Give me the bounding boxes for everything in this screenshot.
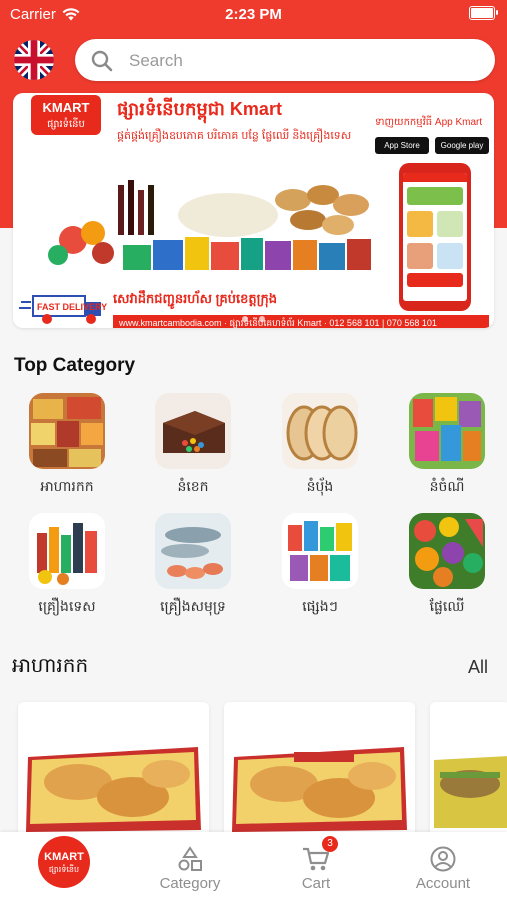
- tab-cart-label: Cart: [301, 875, 331, 892]
- pagination-dot: [258, 316, 265, 322]
- see-all-link[interactable]: All: [468, 657, 488, 678]
- category-bread[interactable]: នំប៉័ង: [265, 393, 375, 503]
- category-cake[interactable]: នំខេក: [138, 393, 248, 503]
- category-label: អាហារកក: [40, 478, 94, 494]
- product-card[interactable]: [224, 702, 415, 837]
- product-card[interactable]: [430, 702, 507, 837]
- banner-title: ផ្សារទំនើបកម្ពុជា Kmart: [117, 99, 282, 119]
- category-label: ផ្សេងៗ: [302, 598, 338, 614]
- category-label: នំប៉័ង: [306, 478, 334, 494]
- category-snacks[interactable]: នំចំណី: [392, 393, 502, 503]
- category-image: [29, 513, 105, 589]
- pagination-dot: [242, 316, 249, 322]
- category-image: [409, 513, 485, 589]
- frozen-food-section-title: អាហារកក: [12, 655, 89, 677]
- category-image: [155, 513, 231, 589]
- search-input[interactable]: [127, 49, 471, 73]
- category-frozen-food[interactable]: អាហារកក: [12, 393, 122, 503]
- category-image: [155, 393, 231, 469]
- category-label: ផ្លែឈើ: [429, 598, 465, 614]
- product-image: [224, 702, 415, 837]
- category-others[interactable]: ផ្សេងៗ: [265, 513, 375, 623]
- bottom-tab-bar: KMART ផ្សារទំនើប Category Cart Account: [0, 832, 507, 900]
- category-seafood[interactable]: គ្រឿងសមុទ្រ: [138, 513, 248, 623]
- category-fruits[interactable]: ផ្លែឈើ: [392, 513, 502, 623]
- phone-mockup-image: [399, 163, 471, 311]
- product-card[interactable]: [18, 702, 209, 837]
- category-spices[interactable]: គ្រឿងទេស: [12, 513, 122, 623]
- clock: 2:23 PM: [225, 6, 282, 23]
- tab-category-label: Category: [159, 875, 221, 892]
- home-logo-icon: KMART ផ្សារទំនើប: [38, 836, 90, 888]
- category-shapes-icon: [178, 846, 202, 871]
- top-category-title: Top Category: [14, 355, 136, 376]
- account-icon: [430, 846, 456, 872]
- banner-pagination: [0, 309, 507, 327]
- tab-home[interactable]: KMART ផ្សារទំនើប: [0, 832, 126, 900]
- groceries-image: [48, 180, 371, 270]
- banner-logo-text: KMART: [42, 100, 90, 115]
- tab-category[interactable]: Category: [127, 832, 253, 900]
- tab-account[interactable]: Account: [380, 832, 506, 900]
- tab-account-label: Account: [415, 875, 471, 892]
- battery-icon: [469, 6, 498, 20]
- language-flag-uk-icon[interactable]: [14, 40, 54, 80]
- category-label: គ្រឿងសមុទ្រ: [160, 598, 226, 614]
- category-image: [282, 513, 358, 589]
- category-image: [282, 393, 358, 469]
- banner-promo-text: សេវាដឹកជញ្ជូនរហ័ស គ្រប់ខេត្តក្រុង: [113, 291, 278, 306]
- category-image: [29, 393, 105, 469]
- home-logo-subtext: ផ្សារទំនើប: [48, 865, 80, 874]
- promo-banner[interactable]: KMART ផ្សារទំនើប ផ្សារទំនើបកម្ពុជា Kmart…: [13, 93, 494, 328]
- category-label: គ្រឿងទេស: [38, 598, 96, 614]
- category-label: នំខេក: [177, 478, 209, 494]
- product-image: [430, 702, 507, 837]
- home-logo-text: KMART: [44, 851, 84, 863]
- category-label: នំចំណី: [429, 478, 465, 494]
- banner-logo-subtext: ផ្សារទំនើប: [47, 119, 85, 130]
- search-icon: [91, 50, 113, 72]
- google-play-badge: Google play: [435, 137, 489, 154]
- banner-logo: KMART ផ្សារទំនើប: [31, 95, 101, 135]
- product-image: [18, 702, 209, 837]
- category-image: [409, 393, 485, 469]
- tab-cart[interactable]: Cart: [253, 832, 379, 900]
- banner-subtitle: ផ្គត់ផ្គង់គ្រឿងឧបភោគ បរិភោគ បន្លែ ផ្លែឈើ…: [117, 130, 352, 142]
- status-bar: Carrier 2:23 PM: [0, 0, 507, 30]
- banner-app-text: ទាញយកកម្មវិធី App Kmart: [375, 117, 483, 128]
- search-bar[interactable]: [75, 39, 495, 81]
- cart-count-badge: 3: [322, 836, 338, 852]
